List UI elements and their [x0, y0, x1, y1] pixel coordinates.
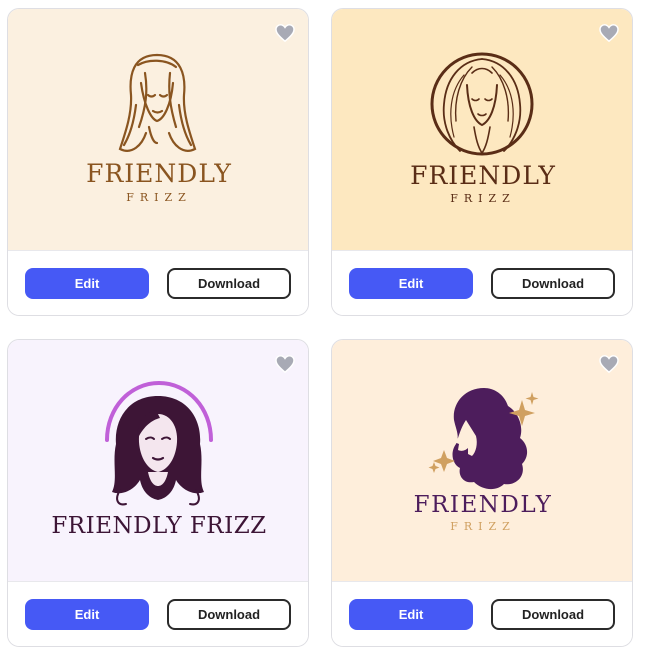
- brand-main: FRIENDLY: [410, 161, 556, 190]
- download-button[interactable]: Download: [167, 599, 291, 630]
- logo-artwork: FRIENDLY FRIZZ: [8, 9, 308, 250]
- card-actions: Edit Download: [332, 250, 632, 315]
- logo-artwork: FRIENDLY FRIZZ: [332, 340, 632, 581]
- logo-artwork: FRIENDLY FRIZZ: [8, 340, 308, 581]
- download-button[interactable]: Download: [491, 599, 615, 630]
- heart-icon: [275, 355, 295, 373]
- logo-card: FRIENDLY FRIZZ Edit Download: [7, 339, 309, 647]
- brand-main: FRIENDLY FRIZZ: [51, 513, 266, 539]
- brand-main: FRIENDLY: [86, 159, 232, 188]
- brand-main: FRIENDLY: [414, 492, 553, 518]
- card-actions: Edit Download: [332, 581, 632, 646]
- logo-preview[interactable]: FRIENDLY FRIZZ: [8, 9, 308, 250]
- favorite-button[interactable]: [274, 354, 296, 374]
- brand-sub: FRIZZ: [450, 520, 516, 533]
- edit-button[interactable]: Edit: [349, 599, 473, 630]
- woman-arch-portrait-icon: [105, 380, 213, 506]
- heart-icon: [599, 24, 619, 42]
- edit-button[interactable]: Edit: [25, 599, 149, 630]
- logo-preview[interactable]: FRIENDLY FRIZZ: [332, 340, 632, 581]
- logo-card: FRIENDLY FRIZZ Edit Download: [331, 8, 633, 316]
- logo-preview[interactable]: FRIENDLY FRIZZ: [8, 340, 308, 581]
- brand-sub: FRIZZ: [126, 191, 192, 204]
- favorite-button[interactable]: [598, 23, 620, 43]
- brand-sub: FRIZZ: [450, 192, 516, 205]
- favorite-button[interactable]: [274, 23, 296, 43]
- logo-preview[interactable]: FRIENDLY FRIZZ: [332, 9, 632, 250]
- edit-button[interactable]: Edit: [25, 268, 149, 299]
- logo-card: FRIENDLY FRIZZ Edit Download: [331, 339, 633, 647]
- logo-artwork: FRIENDLY FRIZZ: [332, 9, 632, 250]
- download-button[interactable]: Download: [167, 268, 291, 299]
- favorite-button[interactable]: [598, 354, 620, 374]
- logo-card: FRIENDLY FRIZZ Edit Download: [7, 8, 309, 316]
- card-actions: Edit Download: [8, 250, 308, 315]
- download-button[interactable]: Download: [491, 268, 615, 299]
- edit-button[interactable]: Edit: [349, 268, 473, 299]
- heart-icon: [599, 355, 619, 373]
- card-actions: Edit Download: [8, 581, 308, 646]
- heart-icon: [275, 24, 295, 42]
